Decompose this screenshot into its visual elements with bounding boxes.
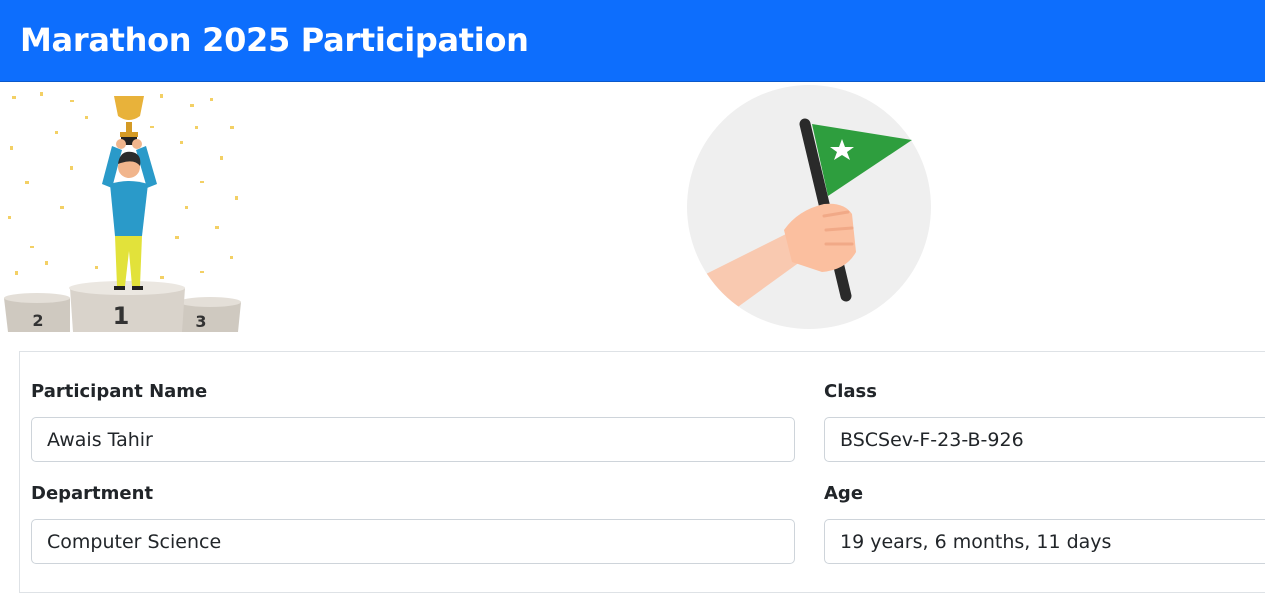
age-field[interactable]: 19 years, 6 months, 11 days xyxy=(824,519,1265,564)
participant-name-field[interactable]: Awais Tahir xyxy=(31,417,795,462)
age-label: Age xyxy=(824,483,864,504)
podium-third-label: 3 xyxy=(195,312,206,331)
participant-form: Participant Name Awais Tahir Class BSCSe… xyxy=(19,351,1265,593)
podium-second-label: 2 xyxy=(32,311,43,330)
winner-podium-illustration: 2 1 3 xyxy=(0,86,250,332)
page-title: Marathon 2025 Participation xyxy=(20,21,529,59)
class-label: Class xyxy=(824,381,877,402)
hand-holding-flag-icon xyxy=(687,85,931,329)
podium-first-label: 1 xyxy=(113,302,130,330)
page-header: Marathon 2025 Participation xyxy=(0,0,1265,82)
winner-podium-icon: 2 1 3 xyxy=(4,92,241,332)
participant-name-label: Participant Name xyxy=(31,381,208,402)
class-field[interactable]: BSCSev-F-23-B-926 xyxy=(824,417,1265,462)
department-field[interactable]: Computer Science xyxy=(31,519,795,564)
department-label: Department xyxy=(31,483,154,504)
flag-illustration xyxy=(686,84,932,330)
